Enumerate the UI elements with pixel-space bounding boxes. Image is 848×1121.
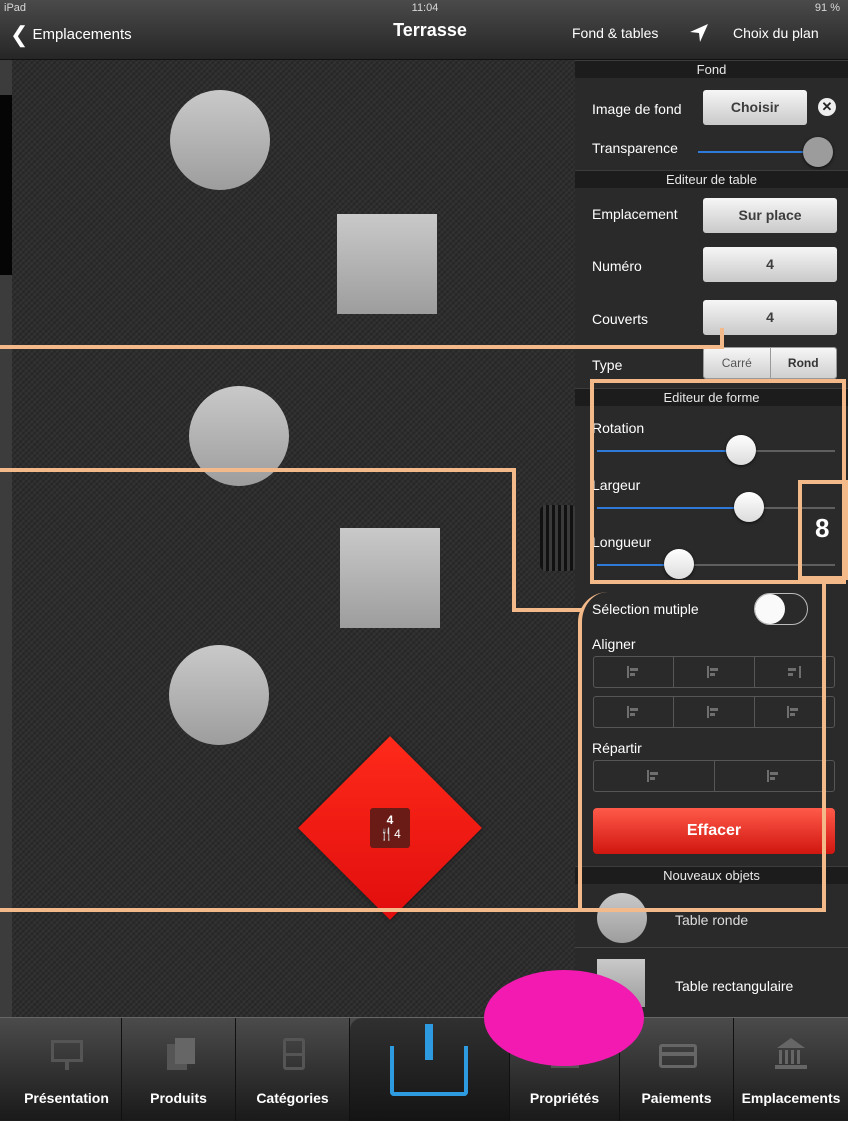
annotation-bracket [578, 592, 778, 912]
square-table[interactable] [337, 214, 437, 314]
table-covers-row: 🍴4 [370, 827, 410, 841]
round-table[interactable] [170, 90, 270, 190]
square-table[interactable] [340, 528, 440, 628]
tab-emplacements[interactable]: Emplacements [734, 1018, 848, 1121]
annotation-line [822, 584, 826, 912]
highlight-blob [484, 970, 644, 1066]
tab-categories[interactable]: Catégories [236, 1018, 350, 1121]
location-arrow-icon[interactable] [688, 22, 710, 44]
transparence-label: Transparence [592, 140, 678, 156]
fond-header: Fond [575, 60, 848, 78]
bottom-tab-bar: Présentation Produits Catégories Proprié… [0, 1017, 848, 1121]
round-table-label: Table ronde [675, 912, 749, 928]
chevron-left-icon: ❮ [10, 22, 29, 47]
tab-label: Paiements [641, 1090, 712, 1106]
floor-plan-canvas[interactable] [12, 60, 575, 1020]
table-number: 4 [386, 813, 394, 827]
align-bottom-icon [787, 706, 801, 718]
tab-label: Présentation [24, 1090, 109, 1106]
transparency-slider[interactable] [698, 151, 818, 153]
back-button[interactable]: ❮ Emplacements [10, 22, 132, 48]
choose-image-button[interactable]: Choisir [703, 90, 807, 125]
transparency-knob[interactable] [803, 137, 833, 167]
cutlery-icon: 🍴 [379, 827, 395, 841]
table-editor-header: Editeur de table [575, 170, 848, 188]
tab-power[interactable] [350, 1018, 510, 1121]
tab-label: Produits [150, 1090, 207, 1106]
battery-text: 91 % [814, 2, 840, 14]
back-label: Emplacements [32, 26, 132, 43]
emplacement-select[interactable]: Sur place [703, 198, 837, 233]
table-label: 4 🍴4 [370, 808, 410, 848]
rect-table-label: Table rectangulaire [675, 978, 794, 994]
annotation-line [0, 345, 724, 349]
type-segmented-control: Carré Rond [703, 347, 837, 379]
emplacement-label: Emplacement [592, 206, 678, 222]
type-option-carre[interactable]: Carré [704, 348, 770, 378]
annotation-box-link [798, 480, 848, 580]
image-de-fond-label: Image de fond [592, 101, 682, 117]
annotation-line [512, 468, 516, 612]
choix-du-plan-button[interactable]: Choix du plan [733, 25, 819, 41]
cabinet-icon [273, 1036, 313, 1072]
fond-tables-button[interactable]: Fond & tables [572, 25, 658, 41]
tab-produits[interactable]: Produits [122, 1018, 236, 1121]
products-icon [159, 1036, 199, 1072]
tab-presentation[interactable]: Présentation [12, 1018, 122, 1121]
tab-label: Catégories [256, 1090, 329, 1106]
payment-card-icon [657, 1036, 697, 1072]
annotation-line [720, 328, 724, 349]
panel-resize-handle[interactable] [540, 505, 576, 571]
round-table[interactable] [169, 645, 269, 745]
bank-building-icon [771, 1036, 811, 1072]
transparency-fill [698, 151, 810, 153]
annotation-line [512, 608, 582, 612]
numero-field[interactable]: 4 [703, 247, 837, 282]
clear-image-icon[interactable]: ✕ [818, 98, 836, 116]
clock: 11:04 [411, 2, 439, 14]
annotation-line [0, 468, 516, 472]
annotation-line [0, 908, 826, 912]
presentation-icon [47, 1036, 87, 1072]
tab-label: Propriétés [529, 1090, 600, 1106]
power-icon [390, 1024, 468, 1096]
carrier-text: iPad [4, 2, 27, 14]
type-label: Type [592, 357, 623, 373]
align-right-icon [787, 666, 802, 678]
tab-label: Emplacements [741, 1090, 841, 1106]
type-option-rond[interactable]: Rond [769, 348, 836, 378]
page-title: Terrasse [393, 20, 467, 40]
status-bar: iPad 11:04 91 % [0, 0, 848, 16]
table-covers: 4 [394, 827, 401, 841]
numero-label: Numéro [592, 258, 642, 274]
left-edge-block [0, 95, 12, 275]
couverts-label: Couverts [592, 311, 649, 327]
